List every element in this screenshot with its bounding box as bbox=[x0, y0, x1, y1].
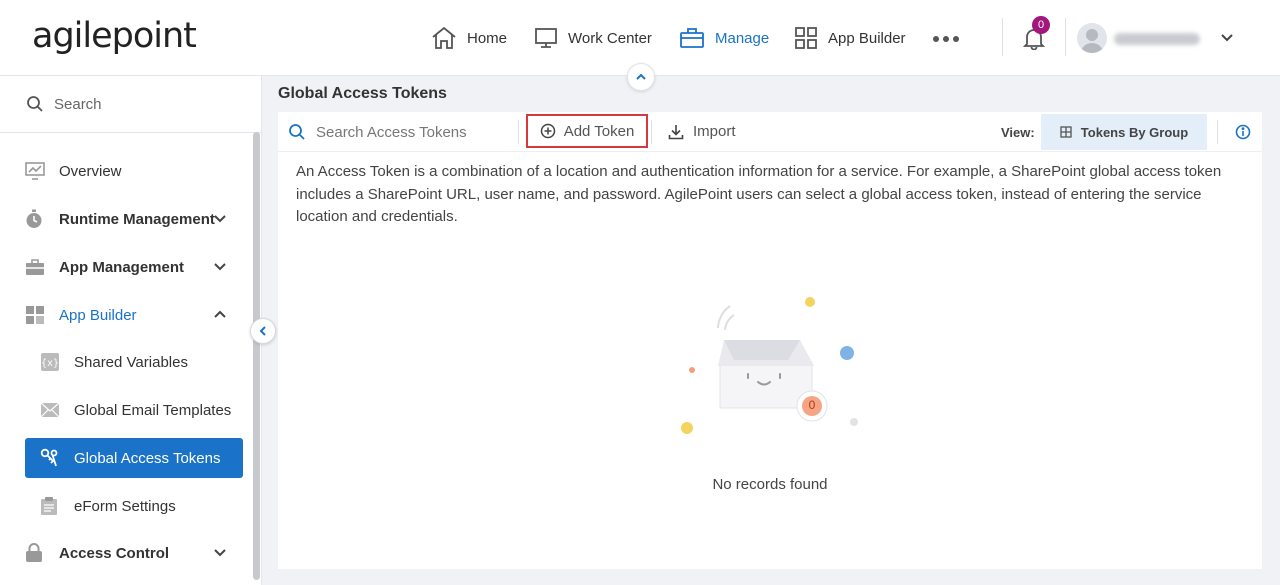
sidebar: Search Overview Runtime Management App M… bbox=[0, 76, 262, 585]
header-divider bbox=[1065, 18, 1066, 56]
import-icon bbox=[668, 124, 684, 140]
nav-work-center[interactable]: Work Center bbox=[534, 24, 652, 52]
chevron-down-icon[interactable] bbox=[212, 211, 228, 227]
monitor-icon bbox=[534, 26, 558, 50]
plus-circle-icon bbox=[540, 123, 556, 139]
sidebar-item-overview[interactable]: Overview bbox=[0, 151, 252, 191]
variable-icon: {x} bbox=[40, 352, 60, 372]
stopwatch-icon bbox=[25, 209, 43, 229]
empty-box-illustration: 0 bbox=[668, 290, 868, 445]
keys-icon bbox=[40, 448, 60, 468]
chevron-down-icon[interactable] bbox=[212, 545, 228, 561]
content-panel: An Access Token is a combination of a lo… bbox=[278, 152, 1262, 569]
view-label: View: bbox=[1001, 125, 1035, 140]
clipboard-icon bbox=[40, 496, 58, 516]
collapse-sidebar-button[interactable] bbox=[250, 318, 276, 344]
toolbar-divider bbox=[651, 120, 652, 144]
description-text: An Access Token is a combination of a lo… bbox=[296, 163, 1222, 225]
chevron-down-icon[interactable] bbox=[1219, 30, 1235, 51]
sidebar-item-app-builder[interactable]: App Builder bbox=[0, 295, 252, 335]
user-name-blurred[interactable] bbox=[1114, 33, 1200, 45]
sidebar-item-global-email-templates[interactable]: Global Email Templates bbox=[0, 390, 252, 430]
briefcase-icon bbox=[25, 258, 45, 276]
sidebar-item-label: Global Email Templates bbox=[74, 401, 232, 419]
chevron-up-icon bbox=[634, 70, 648, 84]
sidebar-item-app-management[interactable]: App Management bbox=[0, 247, 252, 287]
sidebar-search[interactable]: Search bbox=[0, 76, 262, 133]
toolbar-divider bbox=[1217, 120, 1218, 144]
nav-app-builder-label: App Builder bbox=[828, 29, 906, 47]
sidebar-item-access-control[interactable]: Access Control bbox=[0, 533, 252, 573]
chevron-up-icon[interactable] bbox=[212, 307, 228, 323]
sidebar-item-label: eForm Settings bbox=[74, 497, 176, 515]
lock-icon bbox=[25, 543, 43, 563]
nav-work-center-label: Work Center bbox=[568, 29, 652, 47]
sidebar-item-runtime-management[interactable]: Runtime Management bbox=[0, 199, 252, 239]
briefcase-icon bbox=[679, 26, 705, 50]
add-token-button[interactable]: Add Token bbox=[526, 114, 648, 148]
add-token-label: Add Token bbox=[563, 122, 635, 140]
collapse-header-button[interactable] bbox=[627, 63, 655, 91]
view-value: Tokens By Group bbox=[1080, 124, 1189, 140]
agilepoint-logo[interactable]: agilepoint bbox=[32, 16, 197, 56]
svg-text:{x}: {x} bbox=[41, 358, 59, 369]
avatar[interactable] bbox=[1077, 23, 1107, 53]
notification-badge: 0 bbox=[1032, 16, 1050, 34]
sidebar-item-label: App Management bbox=[59, 258, 185, 276]
import-label: Import bbox=[693, 123, 736, 140]
nav-home-label: Home bbox=[467, 29, 508, 47]
sidebar-item-global-access-tokens[interactable]: Global Access Tokens bbox=[25, 438, 243, 478]
home-icon bbox=[431, 26, 457, 50]
grid-icon bbox=[1060, 126, 1072, 138]
sidebar-item-label: Runtime Management bbox=[59, 210, 215, 228]
nav-manage-label: Manage bbox=[715, 29, 770, 47]
toolbar: Search Access Tokens Add Token Import Vi… bbox=[278, 112, 1262, 152]
search-tokens-placeholder: Search Access Tokens bbox=[316, 123, 467, 141]
page-title: Global Access Tokens bbox=[278, 85, 447, 102]
sidebar-item-label: Overview bbox=[59, 162, 122, 180]
envelope-icon bbox=[40, 402, 60, 418]
info-icon[interactable] bbox=[1235, 124, 1251, 140]
sidebar-item-label: Access Control bbox=[59, 544, 170, 562]
no-records-text: No records found bbox=[712, 476, 828, 493]
grid-icon bbox=[794, 26, 818, 50]
sidebar-item-label: App Builder bbox=[59, 306, 137, 324]
chevron-left-icon bbox=[257, 325, 269, 337]
nav-home[interactable]: Home bbox=[431, 24, 507, 52]
search-icon bbox=[26, 95, 44, 113]
view-tokens-by-group-button[interactable]: Tokens By Group bbox=[1041, 114, 1207, 150]
empty-count: 0 bbox=[808, 398, 816, 412]
sidebar-item-eform-settings[interactable]: eForm Settings bbox=[0, 486, 252, 526]
grid-icon bbox=[25, 305, 45, 325]
search-tokens-input[interactable]: Search Access Tokens bbox=[288, 123, 467, 141]
toolbar-divider bbox=[518, 120, 519, 144]
header-divider bbox=[1002, 18, 1003, 56]
more-menu-icon[interactable] bbox=[933, 36, 959, 42]
nav-app-builder[interactable]: App Builder bbox=[794, 24, 906, 52]
sidebar-scrollbar[interactable] bbox=[253, 132, 260, 580]
chevron-down-icon[interactable] bbox=[212, 259, 228, 275]
nav-manage[interactable]: Manage bbox=[679, 24, 769, 52]
chart-icon bbox=[25, 162, 45, 180]
sidebar-search-placeholder: Search bbox=[54, 95, 102, 113]
sidebar-item-shared-variables[interactable]: {x} Shared Variables bbox=[0, 342, 252, 382]
search-icon bbox=[288, 123, 306, 141]
import-button[interactable]: Import bbox=[668, 123, 736, 140]
sidebar-item-label: Global Access Tokens bbox=[74, 449, 221, 467]
sidebar-item-label: Shared Variables bbox=[74, 353, 188, 371]
